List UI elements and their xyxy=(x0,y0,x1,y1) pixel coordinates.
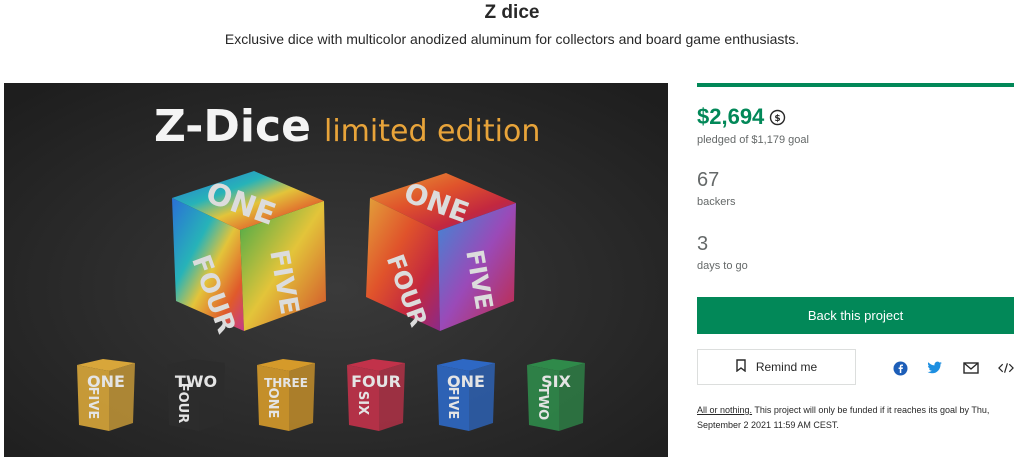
small-die-front-label: FIVE xyxy=(85,387,100,420)
small-die-side-face xyxy=(289,363,315,431)
bookmark-icon xyxy=(736,359,746,375)
remind-me-button[interactable]: Remind me xyxy=(697,349,856,385)
small-die-front-label: SIX xyxy=(355,391,370,415)
email-icon[interactable] xyxy=(963,360,979,376)
funding-progress-fill xyxy=(697,83,1014,87)
project-title: Z dice xyxy=(484,2,540,23)
small-die-front-label: FIVE xyxy=(445,387,460,420)
small-die: SIXTWO xyxy=(527,359,585,431)
pledged-row: $2,694 $ xyxy=(697,104,786,130)
small-die: TWOFOUR xyxy=(167,359,225,431)
small-die: THREEONE xyxy=(257,359,315,431)
all-or-nothing-link[interactable]: All or nothing. xyxy=(697,405,752,415)
small-die-top-label: FOUR xyxy=(351,372,401,391)
small-die-front-label: ONE xyxy=(265,388,280,419)
embed-code-icon[interactable] xyxy=(998,360,1014,376)
hero-heading-main: Z-Dice xyxy=(154,101,311,152)
backers-count: 67 xyxy=(697,169,720,191)
back-this-project-button[interactable]: Back this project xyxy=(697,297,1014,334)
remind-me-label: Remind me xyxy=(755,360,818,374)
project-subtitle: Exclusive dice with multicolor anodized … xyxy=(224,31,800,47)
small-die-front-label: TWO xyxy=(535,386,550,420)
small-die: FOURSIX xyxy=(347,359,405,431)
project-hero-image[interactable]: Z-Dice limited edition ONE FOUR FIVE ONE… xyxy=(4,83,668,457)
all-or-nothing-notice: All or nothing. This project will only b… xyxy=(697,403,1017,433)
twitter-icon[interactable] xyxy=(927,360,943,376)
funding-progress-bar xyxy=(697,83,1014,87)
pledged-amount: $2,694 xyxy=(697,104,765,129)
hero-heading-accent: limited edition xyxy=(324,114,540,149)
currency-conversion-icon[interactable]: $ xyxy=(769,109,786,126)
small-die-front-label: FOUR xyxy=(175,383,190,424)
days-to-go-count: 3 xyxy=(697,233,709,255)
pledged-goal-label: pledged of $1,179 goal xyxy=(697,134,809,146)
small-die: ONEFIVE xyxy=(437,359,495,431)
big-die-right: ONE FOUR FIVE xyxy=(366,173,516,331)
facebook-icon[interactable] xyxy=(892,360,908,376)
days-to-go-label: days to go xyxy=(697,260,748,272)
small-die: ONEFIVE xyxy=(77,359,135,431)
svg-text:$: $ xyxy=(775,114,781,124)
backers-label: backers xyxy=(697,196,736,208)
